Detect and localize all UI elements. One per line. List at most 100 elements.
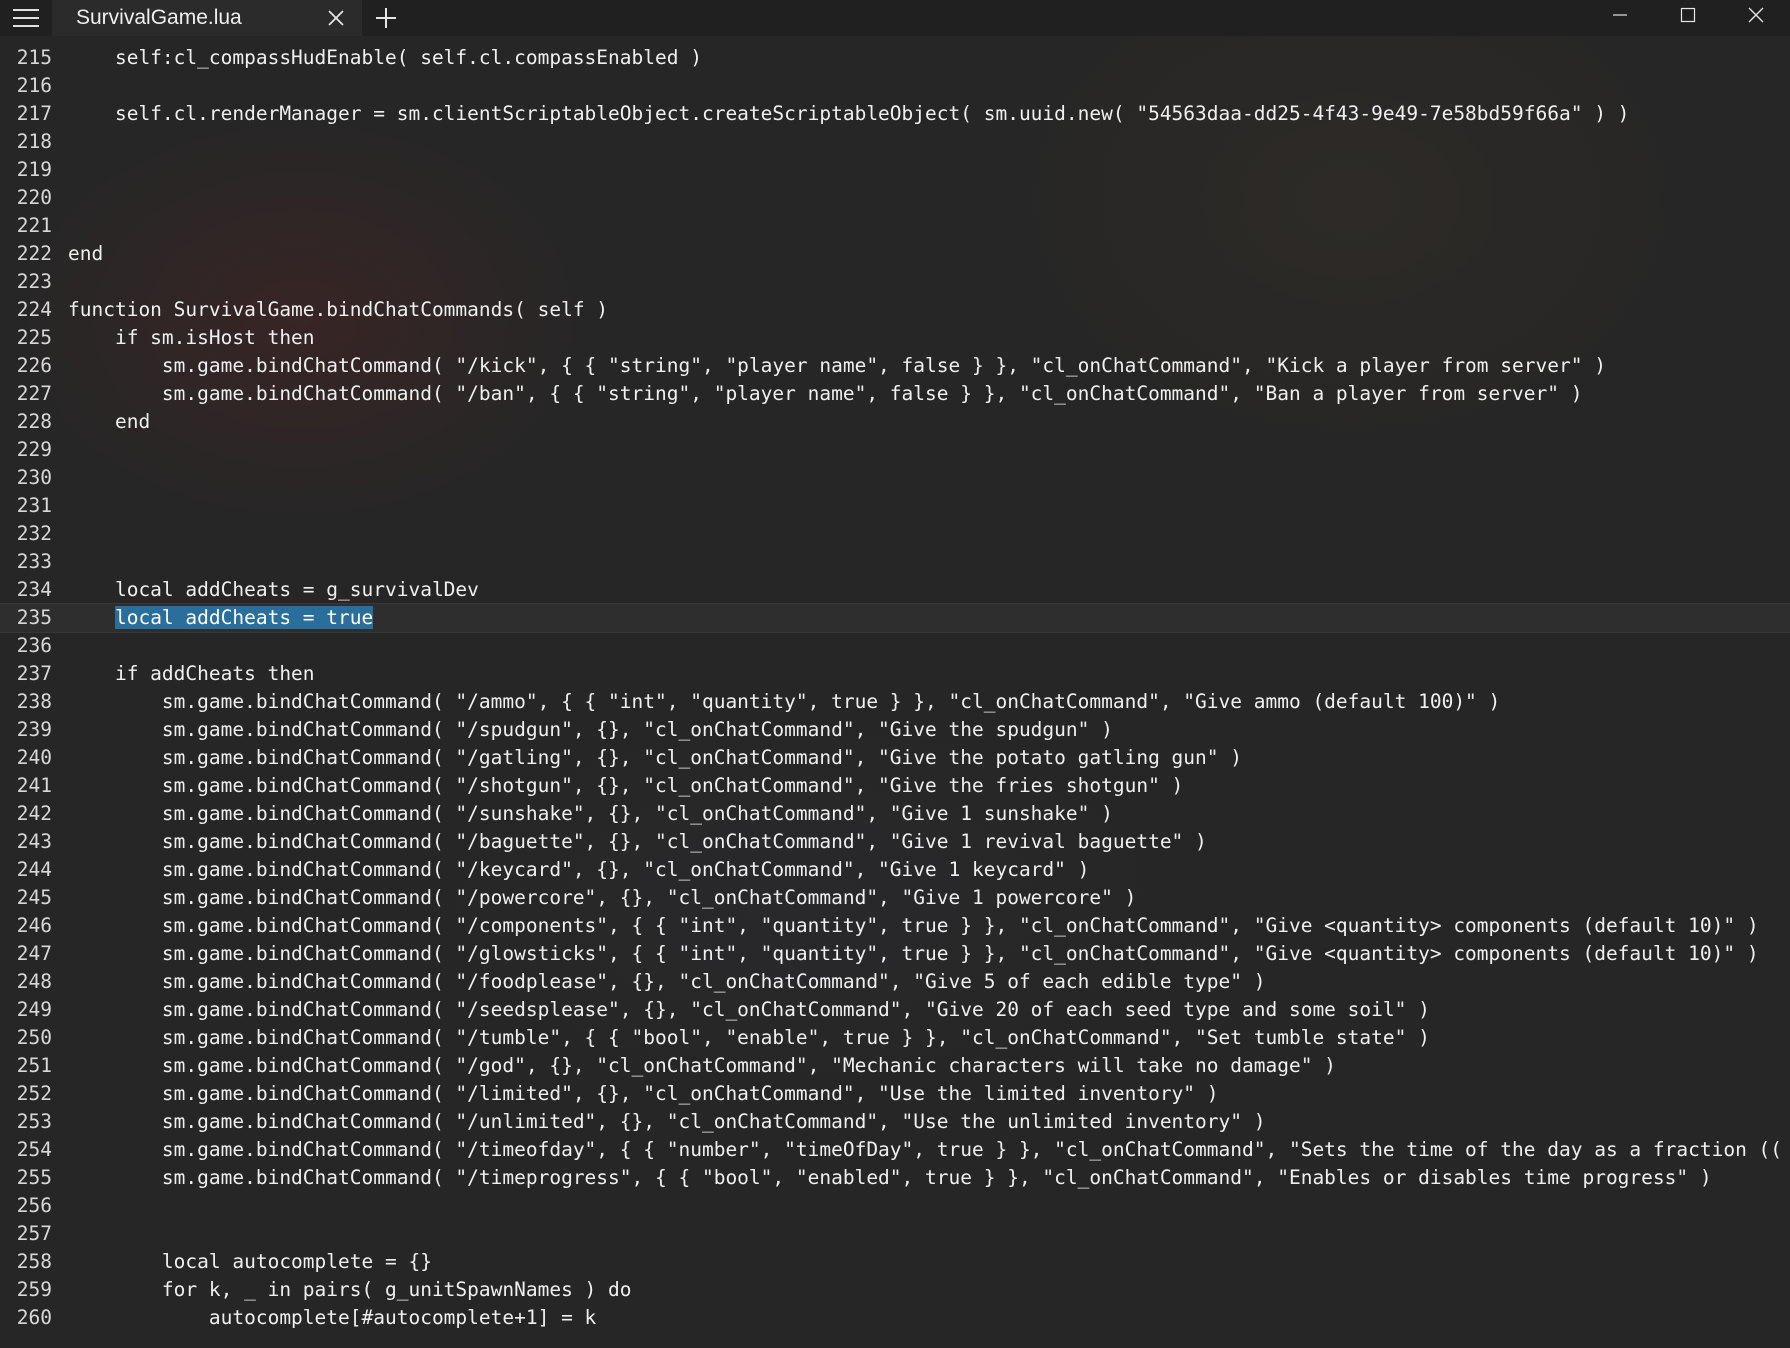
code-line[interactable]: 237 if addCheats then: [0, 660, 1790, 688]
code-text[interactable]: self.cl.renderManager = sm.clientScripta…: [68, 100, 1629, 128]
code-text[interactable]: local addCheats = g_survivalDev: [68, 576, 479, 604]
code-line[interactable]: 232: [0, 520, 1790, 548]
code-text[interactable]: sm.game.bindChatCommand( "/keycard", {},…: [68, 856, 1089, 884]
code-text[interactable]: autocomplete[#autocomplete+1] = k: [68, 1304, 596, 1332]
code-text[interactable]: sm.game.bindChatCommand( "/unlimited", {…: [68, 1108, 1266, 1136]
code-line[interactable]: 235 local addCheats = true: [0, 603, 1790, 633]
code-line[interactable]: 219: [0, 156, 1790, 184]
tab-survivalgame-lua[interactable]: SurvivalGame.lua: [52, 0, 362, 36]
code-text[interactable]: sm.game.bindChatCommand( "/powercore", {…: [68, 884, 1136, 912]
line-number: 226: [16, 354, 52, 377]
code-text[interactable]: sm.game.bindChatCommand( "/shotgun", {},…: [68, 772, 1183, 800]
code-text[interactable]: sm.game.bindChatCommand( "/god", {}, "cl…: [68, 1052, 1336, 1080]
code-line[interactable]: 244 sm.game.bindChatCommand( "/keycard",…: [0, 856, 1790, 884]
close-window-button[interactable]: [1722, 0, 1790, 30]
code-text[interactable]: sm.game.bindChatCommand( "/seedsplease",…: [68, 996, 1430, 1024]
code-line[interactable]: 222 end: [0, 240, 1790, 268]
line-number: 242: [16, 802, 52, 825]
code-line[interactable]: 260 autocomplete[#autocomplete+1] = k: [0, 1304, 1790, 1332]
code-line[interactable]: 259 for k, _ in pairs( g_unitSpawnNames …: [0, 1276, 1790, 1304]
code-editor[interactable]: 215 self:cl_compassHudEnable( self.cl.co…: [0, 44, 1790, 1348]
code-text[interactable]: sm.game.bindChatCommand( "/spudgun", {},…: [68, 716, 1113, 744]
code-text[interactable]: end: [68, 240, 103, 268]
code-text[interactable]: if sm.isHost then: [68, 324, 315, 352]
line-number: 218: [16, 130, 52, 153]
line-number: 259: [16, 1278, 52, 1301]
code-line[interactable]: 247 sm.game.bindChatCommand( "/glowstick…: [0, 940, 1790, 968]
code-text[interactable]: function SurvivalGame.bindChatCommands( …: [68, 296, 608, 324]
line-number: 230: [16, 466, 52, 489]
code-text[interactable]: self:cl_compassHudEnable( self.cl.compas…: [68, 44, 702, 72]
code-line[interactable]: 231: [0, 492, 1790, 520]
code-line[interactable]: 254 sm.game.bindChatCommand( "/timeofday…: [0, 1136, 1790, 1164]
code-line[interactable]: 245 sm.game.bindChatCommand( "/powercore…: [0, 884, 1790, 912]
code-text[interactable]: if addCheats then: [68, 660, 315, 688]
code-line[interactable]: 229: [0, 436, 1790, 464]
code-line[interactable]: 227 sm.game.bindChatCommand( "/ban", { {…: [0, 380, 1790, 408]
code-line[interactable]: 256: [0, 1192, 1790, 1220]
code-line[interactable]: 234 local addCheats = g_survivalDev: [0, 576, 1790, 604]
code-line[interactable]: 241 sm.game.bindChatCommand( "/shotgun",…: [0, 772, 1790, 800]
line-number: 257: [16, 1222, 52, 1245]
code-text[interactable]: sm.game.bindChatCommand( "/baguette", {}…: [68, 828, 1207, 856]
maximize-button[interactable]: [1654, 0, 1722, 30]
code-text[interactable]: sm.game.bindChatCommand( "/glowsticks", …: [68, 940, 1759, 968]
code-text[interactable]: sm.game.bindChatCommand( "/timeofday", {…: [68, 1136, 1782, 1164]
code-line[interactable]: 246 sm.game.bindChatCommand( "/component…: [0, 912, 1790, 940]
code-line[interactable]: 223: [0, 268, 1790, 296]
maximize-icon: [1680, 7, 1696, 23]
code-line[interactable]: 221: [0, 212, 1790, 240]
code-line[interactable]: 253 sm.game.bindChatCommand( "/unlimited…: [0, 1108, 1790, 1136]
line-number: 216: [16, 74, 52, 97]
code-text[interactable]: sm.game.bindChatCommand( "/limited", {},…: [68, 1080, 1219, 1108]
new-tab-button[interactable]: [362, 0, 410, 36]
code-line[interactable]: 228 end: [0, 408, 1790, 436]
code-line[interactable]: 258 local autocomplete = {}: [0, 1248, 1790, 1276]
code-line[interactable]: 255 sm.game.bindChatCommand( "/timeprogr…: [0, 1164, 1790, 1192]
code-text[interactable]: local addCheats = true: [68, 604, 374, 632]
code-line[interactable]: 251 sm.game.bindChatCommand( "/god", {},…: [0, 1052, 1790, 1080]
code-text[interactable]: sm.game.bindChatCommand( "/sunshake", {}…: [68, 800, 1113, 828]
code-text[interactable]: sm.game.bindChatCommand( "/components", …: [68, 912, 1759, 940]
code-line[interactable]: 248 sm.game.bindChatCommand( "/foodpleas…: [0, 968, 1790, 996]
code-text[interactable]: sm.game.bindChatCommand( "/tumble", { { …: [68, 1024, 1430, 1052]
code-line[interactable]: 218: [0, 128, 1790, 156]
code-line[interactable]: 239 sm.game.bindChatCommand( "/spudgun",…: [0, 716, 1790, 744]
code-line[interactable]: 230: [0, 464, 1790, 492]
code-line[interactable]: 252 sm.game.bindChatCommand( "/limited",…: [0, 1080, 1790, 1108]
code-line[interactable]: 216: [0, 72, 1790, 100]
code-line[interactable]: 249 sm.game.bindChatCommand( "/seedsplea…: [0, 996, 1790, 1024]
code-line[interactable]: 233: [0, 548, 1790, 576]
code-line[interactable]: 243 sm.game.bindChatCommand( "/baguette"…: [0, 828, 1790, 856]
code-line[interactable]: 226 sm.game.bindChatCommand( "/kick", { …: [0, 352, 1790, 380]
code-line[interactable]: 236: [0, 632, 1790, 660]
code-text[interactable]: sm.game.bindChatCommand( "/kick", { { "s…: [68, 352, 1606, 380]
line-number: 239: [16, 718, 52, 741]
hamburger-menu-icon[interactable]: [0, 0, 52, 36]
code-text[interactable]: local autocomplete = {}: [68, 1248, 432, 1276]
code-line[interactable]: 225 if sm.isHost then: [0, 324, 1790, 352]
code-text[interactable]: for k, _ in pairs( g_unitSpawnNames ) do: [68, 1276, 632, 1304]
code-text[interactable]: sm.game.bindChatCommand( "/timeprogress"…: [68, 1164, 1712, 1192]
code-line[interactable]: 224 function SurvivalGame.bindChatCommand…: [0, 296, 1790, 324]
code-line[interactable]: 250 sm.game.bindChatCommand( "/tumble", …: [0, 1024, 1790, 1052]
line-number: 252: [16, 1082, 52, 1105]
selected-text[interactable]: local addCheats = true: [114, 606, 374, 629]
code-line[interactable]: 257: [0, 1220, 1790, 1248]
code-text[interactable]: sm.game.bindChatCommand( "/foodplease", …: [68, 968, 1266, 996]
code-line[interactable]: 220: [0, 184, 1790, 212]
code-text[interactable]: sm.game.bindChatCommand( "/gatling", {},…: [68, 744, 1242, 772]
code-line[interactable]: 215 self:cl_compassHudEnable( self.cl.co…: [0, 44, 1790, 72]
code-line[interactable]: 242 sm.game.bindChatCommand( "/sunshake"…: [0, 800, 1790, 828]
close-icon[interactable]: [324, 6, 348, 30]
code-text[interactable]: sm.game.bindChatCommand( "/ban", { { "st…: [68, 380, 1583, 408]
line-number: 245: [16, 886, 52, 909]
code-text[interactable]: end: [68, 408, 150, 436]
code-line[interactable]: 240 sm.game.bindChatCommand( "/gatling",…: [0, 744, 1790, 772]
line-number: 224: [16, 298, 52, 321]
code-text[interactable]: sm.game.bindChatCommand( "/ammo", { { "i…: [68, 688, 1500, 716]
code-line[interactable]: 217 self.cl.renderManager = sm.clientScr…: [0, 100, 1790, 128]
line-number: 231: [16, 494, 52, 517]
code-line[interactable]: 238 sm.game.bindChatCommand( "/ammo", { …: [0, 688, 1790, 716]
minimize-button[interactable]: [1586, 0, 1654, 30]
